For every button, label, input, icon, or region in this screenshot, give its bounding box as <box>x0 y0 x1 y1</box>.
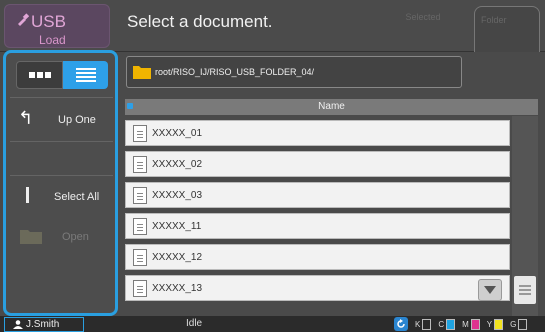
header-bar: USB Load Select a document. Selected Fol… <box>0 0 545 52</box>
tab-folder[interactable]: Folder <box>474 6 540 52</box>
usb-icon <box>18 13 29 26</box>
status-text: Idle <box>186 318 203 329</box>
divider <box>10 97 113 98</box>
folder-icon <box>20 230 42 244</box>
list-item[interactable]: XXXXX_03 <box>125 182 510 208</box>
screen: USB Load Select a document. Selected Fol… <box>0 0 545 332</box>
ink-level-bar <box>422 318 432 330</box>
ink-label: G <box>510 319 517 329</box>
left-panel: ↰ Up One Select All Open <box>3 50 118 316</box>
select-all-button[interactable]: Select All <box>10 177 113 217</box>
user-button[interactable]: J.Smith <box>4 317 84 332</box>
user-name: J.Smith <box>26 319 60 330</box>
open-label: Open <box>62 231 89 243</box>
ink-level-bar <box>446 318 456 330</box>
scroll-down-button[interactable] <box>478 279 502 301</box>
up-one-button[interactable]: ↰ Up One <box>10 99 113 139</box>
list-item[interactable]: XXXXX_11 <box>125 213 510 239</box>
status-bar: J.Smith Idle K C M Y G <box>0 316 545 332</box>
tab-selected[interactable]: Selected <box>378 4 468 44</box>
path-bar: root/RISO_IJ/RISO_USB_FOLDER_04/ <box>126 56 462 88</box>
app-title: USB <box>31 12 66 31</box>
file-name: XXXXX_03 <box>152 190 203 201</box>
select-all-label: Select All <box>54 191 100 203</box>
file-name: XXXXX_11 <box>152 221 202 232</box>
app-subtitle: Load <box>39 33 66 47</box>
view-toggle <box>16 61 108 89</box>
file-name: XXXXX_12 <box>152 252 203 263</box>
page-title: Select a document. <box>127 12 273 31</box>
refresh-icon[interactable] <box>394 317 408 331</box>
ink-levels: K C M Y G <box>394 317 528 331</box>
list-item[interactable]: XXXXX_01 <box>125 120 510 146</box>
path-text: root/RISO_IJ/RISO_USB_FOLDER_04/ <box>155 67 315 77</box>
document-icon <box>133 187 147 204</box>
file-name: XXXXX_13 <box>152 283 203 294</box>
document-icon <box>133 156 147 173</box>
document-icon <box>133 125 147 142</box>
list-view-icon <box>75 68 96 82</box>
list-view-button[interactable] <box>63 61 108 89</box>
grid-view-button[interactable] <box>16 61 63 89</box>
ink-label: C <box>438 319 445 329</box>
ink-label: Y <box>486 319 493 329</box>
ink-level-bar <box>494 318 504 330</box>
usb-load-tile[interactable]: USB Load <box>4 4 110 48</box>
document-icon <box>133 218 147 235</box>
ink-level-bar <box>518 318 528 330</box>
column-header-name: Name <box>318 101 345 112</box>
file-name: XXXXX_02 <box>152 159 203 170</box>
list-item[interactable]: XXXXX_12 <box>125 244 510 270</box>
list-header[interactable]: Name <box>125 99 538 115</box>
scrollbar-handle[interactable] <box>514 276 536 304</box>
select-all-icon <box>26 187 29 203</box>
ink-label: M <box>462 319 469 329</box>
chevron-down-icon <box>484 286 496 294</box>
list-item[interactable]: XXXXX_02 <box>125 151 510 177</box>
file-name: XXXXX_01 <box>152 128 203 139</box>
list-item[interactable]: XXXXX_13 <box>125 275 510 301</box>
document-icon <box>133 249 147 266</box>
ink-level-bar <box>470 318 480 330</box>
ink-label: K <box>415 319 421 329</box>
open-button[interactable]: Open <box>10 219 113 255</box>
grid-view-icon <box>28 72 51 78</box>
user-icon <box>13 320 23 329</box>
divider <box>10 141 113 142</box>
up-arrow-icon: ↰ <box>18 108 34 128</box>
up-one-label: Up One <box>58 114 96 126</box>
document-icon <box>133 280 147 297</box>
divider <box>10 175 113 176</box>
folder-icon <box>133 66 151 79</box>
